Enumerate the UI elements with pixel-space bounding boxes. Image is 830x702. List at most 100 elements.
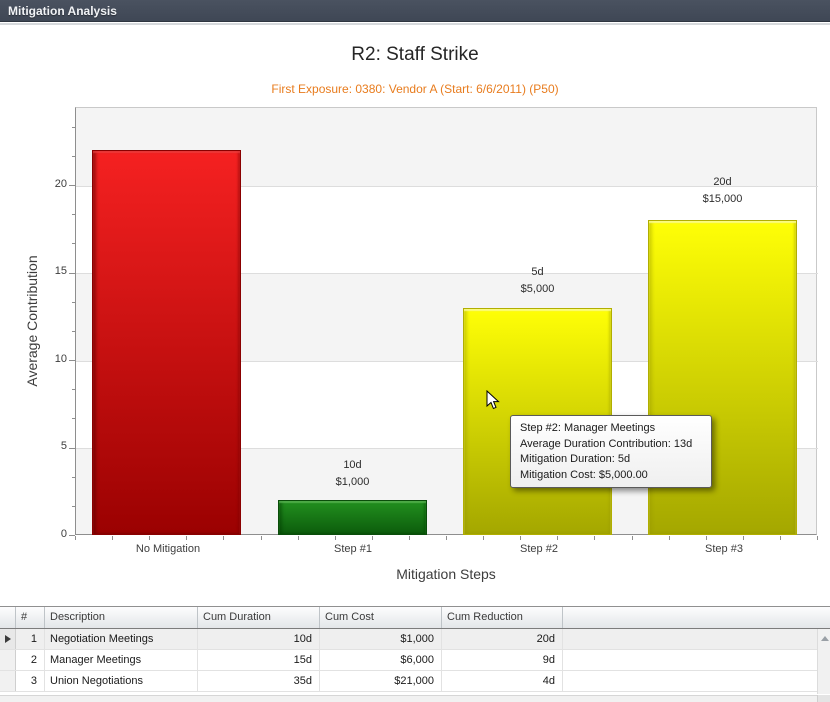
cell-cum-reduction[interactable]: 20d <box>442 629 563 649</box>
x-axis-tick <box>112 536 113 540</box>
cell-cum-reduction[interactable]: 9d <box>442 650 563 670</box>
x-axis-tick <box>706 536 707 540</box>
y-axis-tick <box>72 389 75 390</box>
bar-label-step-1: 10d $1,000 <box>278 457 427 491</box>
x-axis-tick <box>223 536 224 540</box>
row-selector[interactable] <box>0 629 16 649</box>
y-axis-tick <box>72 302 75 303</box>
category-label-step-1: Step #1 <box>260 543 446 555</box>
x-axis-tick <box>669 536 670 540</box>
x-axis-title: Mitigation Steps <box>75 566 817 582</box>
bar-step-1[interactable] <box>278 500 427 535</box>
table-row-1[interactable]: 1 Negotiation Meetings 10d $1,000 20d <box>0 629 817 650</box>
x-axis-tick <box>446 536 447 540</box>
cell-num[interactable]: 3 <box>16 671 45 691</box>
window-title: Mitigation Analysis <box>8 0 117 22</box>
x-axis-tick <box>817 536 818 540</box>
chart-subtitle: First Exposure: 0380: Vendor A (Start: 6… <box>0 82 830 96</box>
bar-label-duration: 5d <box>463 264 612 281</box>
x-axis-tick <box>520 536 521 540</box>
column-header-cum-reduction[interactable]: Cum Reduction <box>442 607 563 628</box>
category-label-step-2: Step #2 <box>446 543 632 555</box>
tooltip-step-name: Step #2: Manager Meetings <box>520 421 702 437</box>
scroll-up-icon[interactable] <box>821 636 829 641</box>
cell-cum-cost[interactable]: $1,000 <box>320 629 442 649</box>
cell-cum-duration[interactable]: 35d <box>198 671 320 691</box>
y-axis-tick <box>69 360 75 361</box>
y-axis-tick <box>72 331 75 332</box>
cell-description[interactable]: Union Negotiations <box>45 671 198 691</box>
horizontal-scrollbar[interactable] <box>0 695 830 702</box>
column-header-cum-cost[interactable]: Cum Cost <box>320 607 442 628</box>
x-axis-tick <box>261 536 262 540</box>
y-axis-tick <box>72 243 75 244</box>
y-axis-tick <box>72 477 75 478</box>
x-axis-tick <box>483 536 484 540</box>
table-row-3[interactable]: 3 Union Negotiations 35d $21,000 4d <box>0 671 817 692</box>
bar-no-mitigation[interactable] <box>92 150 241 535</box>
scrollbar-corner <box>817 695 830 702</box>
mouse-cursor-icon <box>486 390 500 416</box>
y-axis-tick <box>69 185 75 186</box>
column-header-description[interactable]: Description <box>45 607 198 628</box>
y-tick-label-15: 15 <box>39 265 67 277</box>
x-axis-tick <box>186 536 187 540</box>
x-axis-tick <box>335 536 336 540</box>
cell-cum-duration[interactable]: 15d <box>198 650 320 670</box>
vertical-scrollbar[interactable] <box>817 629 830 694</box>
mitigation-analysis-window: Mitigation Analysis R2: Staff Strike Fir… <box>0 0 830 702</box>
y-axis-tick <box>69 273 75 274</box>
bar-label-step-2: 5d $5,000 <box>463 264 612 298</box>
tooltip-avg-contribution: Average Duration Contribution: 13d <box>520 437 702 453</box>
cell-cum-cost[interactable]: $6,000 <box>320 650 442 670</box>
cell-cum-duration[interactable]: 10d <box>198 629 320 649</box>
x-axis-tick <box>372 536 373 540</box>
y-tick-label-10: 10 <box>39 353 67 365</box>
table-row-2[interactable]: 2 Manager Meetings 15d $6,000 9d <box>0 650 817 671</box>
cell-description[interactable]: Negotiation Meetings <box>45 629 198 649</box>
grid-header-row: # Description Cum Duration Cum Cost Cum … <box>0 607 830 629</box>
bar-label-duration: 20d <box>648 174 797 191</box>
hover-tooltip: Step #2: Manager Meetings Average Durati… <box>510 415 712 488</box>
column-header-cum-duration[interactable]: Cum Duration <box>198 607 320 628</box>
cell-cum-reduction[interactable]: 4d <box>442 671 563 691</box>
titlebar-divider <box>0 23 830 25</box>
cell-description[interactable]: Manager Meetings <box>45 650 198 670</box>
y-axis-tick <box>72 418 75 419</box>
y-axis-tick <box>69 448 75 449</box>
x-axis-tick <box>557 536 558 540</box>
bar-label-duration: 10d <box>278 457 427 474</box>
row-selector[interactable] <box>0 650 16 670</box>
x-axis-tick <box>298 536 299 540</box>
row-selector[interactable] <box>0 671 16 691</box>
x-axis-tick <box>780 536 781 540</box>
y-axis-tick <box>72 214 75 215</box>
x-axis-tick <box>743 536 744 540</box>
header-row-selector <box>0 607 16 628</box>
x-axis-tick <box>75 536 76 540</box>
tooltip-mitigation-cost: Mitigation Cost: $5,000.00 <box>520 468 702 484</box>
y-axis-title: Average Contribution <box>24 221 40 421</box>
y-tick-label-5: 5 <box>39 440 67 452</box>
cell-num[interactable]: 2 <box>16 650 45 670</box>
y-tick-label-0: 0 <box>39 528 67 540</box>
y-axis-tick <box>72 156 75 157</box>
x-axis-tick <box>149 536 150 540</box>
y-axis-tick <box>72 506 75 507</box>
x-axis-tick <box>594 536 595 540</box>
bar-label-cost: $1,000 <box>278 474 427 491</box>
cell-cum-cost[interactable]: $21,000 <box>320 671 442 691</box>
y-axis-tick <box>72 127 75 128</box>
cell-num[interactable]: 1 <box>16 629 45 649</box>
x-axis-tick <box>409 536 410 540</box>
bar-label-step-3: 20d $15,000 <box>648 174 797 208</box>
column-header-num[interactable]: # <box>16 607 45 628</box>
window-titlebar[interactable]: Mitigation Analysis <box>0 0 830 22</box>
y-tick-label-20: 20 <box>39 178 67 190</box>
current-row-arrow-icon <box>5 635 11 643</box>
category-label-no-mitigation: No Mitigation <box>75 543 261 555</box>
bar-label-cost: $15,000 <box>648 191 797 208</box>
x-axis-tick <box>632 536 633 540</box>
bar-label-cost: $5,000 <box>463 281 612 298</box>
chart-title: R2: Staff Strike <box>0 44 830 66</box>
